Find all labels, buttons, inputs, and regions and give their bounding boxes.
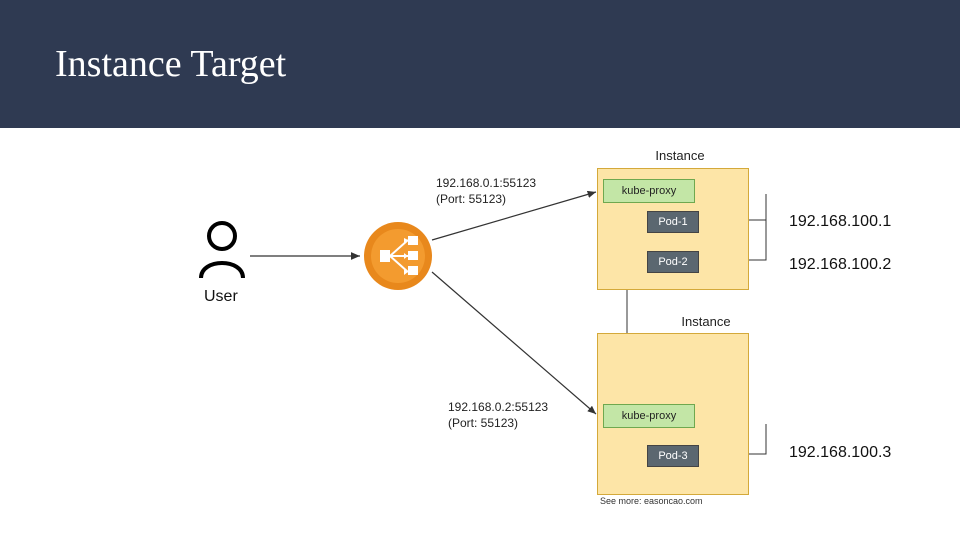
instance-label-2: Instance	[646, 314, 766, 329]
route-label-2: 192.168.0.2:55123 (Port: 55123)	[448, 400, 548, 431]
pod-ip-2: 192.168.100.2	[789, 256, 891, 274]
pod-ip-3: 192.168.100.3	[789, 444, 891, 462]
route-addr-1: 192.168.0.1:55123	[436, 176, 536, 190]
route-label-1: 192.168.0.1:55123 (Port: 55123)	[436, 176, 536, 207]
footnote: See more: easoncao.com	[600, 496, 703, 506]
page-title: Instance Target	[55, 42, 286, 86]
instance-label-1: Instance	[620, 148, 740, 163]
user-label: User	[204, 288, 238, 306]
pod-2: Pod-2	[647, 251, 699, 273]
route-addr-2: 192.168.0.2:55123	[448, 400, 548, 414]
pod-3: Pod-3	[647, 445, 699, 467]
slide-header: Instance Target	[0, 0, 960, 128]
pod-ip-1: 192.168.100.1	[789, 213, 891, 231]
kube-proxy-2: kube-proxy	[603, 404, 695, 428]
route-port-1: (Port: 55123)	[436, 192, 506, 206]
diagram-canvas: User 192.168.0.1:55123 (Port: 55123) 192…	[0, 128, 960, 540]
kube-proxy-1: kube-proxy	[603, 179, 695, 203]
pod-1: Pod-1	[647, 211, 699, 233]
route-port-2: (Port: 55123)	[448, 416, 518, 430]
